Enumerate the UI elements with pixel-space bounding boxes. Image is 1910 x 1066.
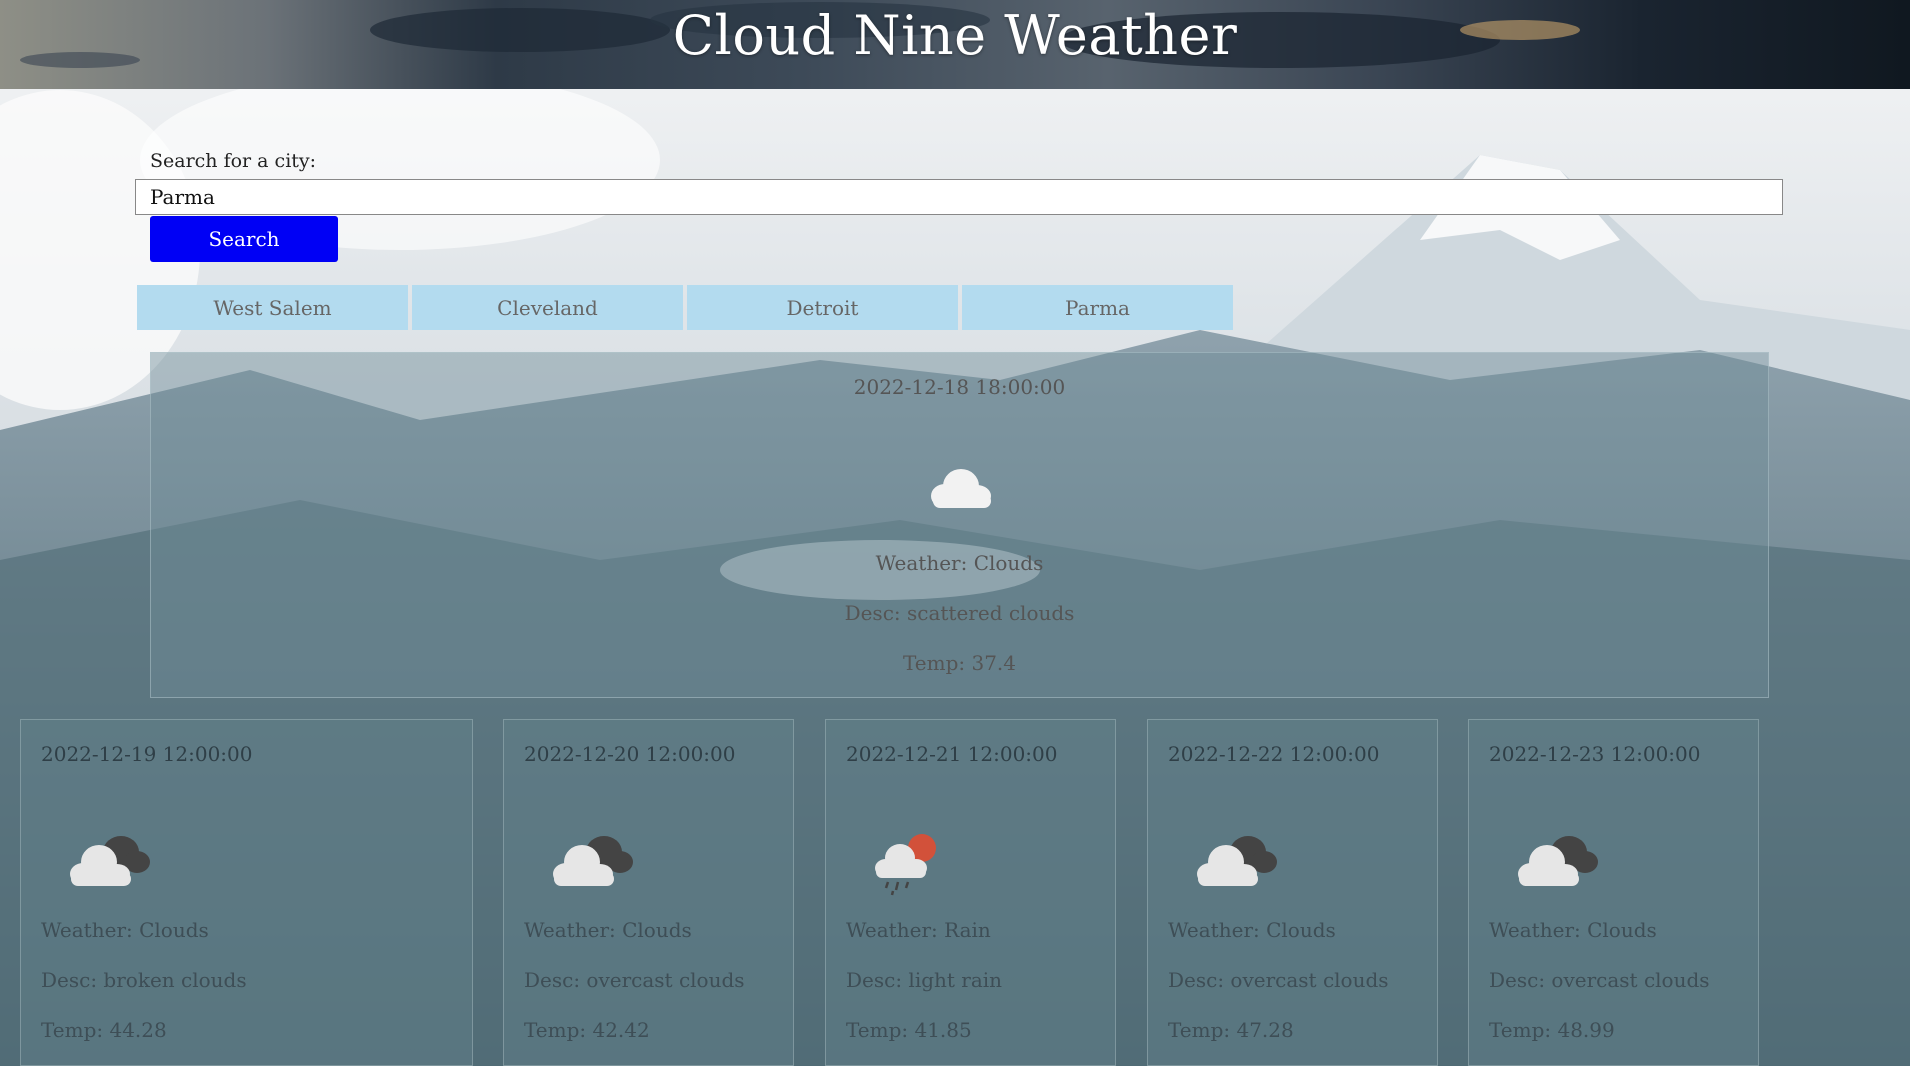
overcast-clouds-icon: [1197, 836, 1277, 886]
current-weather-main: Weather: Clouds: [875, 551, 1044, 575]
search-history: West Salem Cleveland Detroit Parma: [137, 285, 1233, 330]
history-city-button[interactable]: Parma: [962, 285, 1233, 330]
forecast-date: 2022-12-19 12:00:00: [41, 742, 253, 766]
forecast-desc: Desc: overcast clouds: [1489, 968, 1710, 992]
current-weather-desc: Desc: scattered clouds: [844, 601, 1075, 625]
forecast-weather: Weather: Clouds: [1489, 918, 1657, 942]
current-date: 2022-12-18 18:00:00: [853, 375, 1066, 399]
history-city-button[interactable]: West Salem: [137, 285, 408, 330]
city-search-input[interactable]: [135, 179, 1783, 215]
forecast-desc: Desc: broken clouds: [41, 968, 247, 992]
forecast-card: 2022-12-20 12:00:00 Weather: Clouds Desc…: [503, 719, 794, 1066]
app-header: Cloud Nine Weather: [0, 0, 1910, 89]
forecast-date: 2022-12-20 12:00:00: [524, 742, 736, 766]
forecast-desc: Desc: overcast clouds: [1168, 968, 1389, 992]
forecast-temp: Temp: 42.42: [524, 1018, 650, 1042]
forecast-date: 2022-12-21 12:00:00: [846, 742, 1058, 766]
forecast-weather: Weather: Clouds: [524, 918, 692, 942]
forecast-weather: Weather: Clouds: [41, 918, 209, 942]
forecast-weather: Weather: Rain: [846, 918, 991, 942]
forecast-date: 2022-12-22 12:00:00: [1168, 742, 1380, 766]
current-temp: Temp: 37.4: [902, 651, 1017, 675]
forecast-card: 2022-12-19 12:00:00 Weather: Clouds Desc…: [20, 719, 473, 1066]
forecast-temp: Temp: 48.99: [1489, 1018, 1615, 1042]
scattered-clouds-icon: [931, 469, 991, 508]
forecast-card: 2022-12-22 12:00:00 Weather: Clouds Desc…: [1147, 719, 1438, 1066]
search-button[interactable]: Search: [150, 216, 338, 262]
forecast-card: 2022-12-21 12:00:00 Weather: Rain Desc: …: [825, 719, 1116, 1066]
overcast-clouds-icon: [1518, 836, 1598, 886]
light-rain-icon: [875, 834, 936, 896]
forecast-desc: Desc: light rain: [846, 968, 1003, 992]
forecast-card: 2022-12-23 12:00:00 Weather: Clouds Desc…: [1468, 719, 1759, 1066]
forecast-desc: Desc: overcast clouds: [524, 968, 745, 992]
search-label: Search for a city:: [150, 150, 317, 172]
forecast-weather: Weather: Clouds: [1168, 918, 1336, 942]
current-weather-card: 2022-12-18 18:00:00 Weather: Clouds Desc…: [150, 352, 1769, 698]
forecast-temp: Temp: 47.28: [1168, 1018, 1294, 1042]
history-city-button[interactable]: Detroit: [687, 285, 958, 330]
forecast-date: 2022-12-23 12:00:00: [1489, 742, 1701, 766]
overcast-clouds-icon: [553, 836, 633, 886]
forecast-temp: Temp: 44.28: [41, 1018, 167, 1042]
app-title: Cloud Nine Weather: [672, 4, 1238, 67]
forecast-temp: Temp: 41.85: [846, 1018, 972, 1042]
broken-clouds-icon: [70, 836, 150, 886]
history-city-button[interactable]: Cleveland: [412, 285, 683, 330]
